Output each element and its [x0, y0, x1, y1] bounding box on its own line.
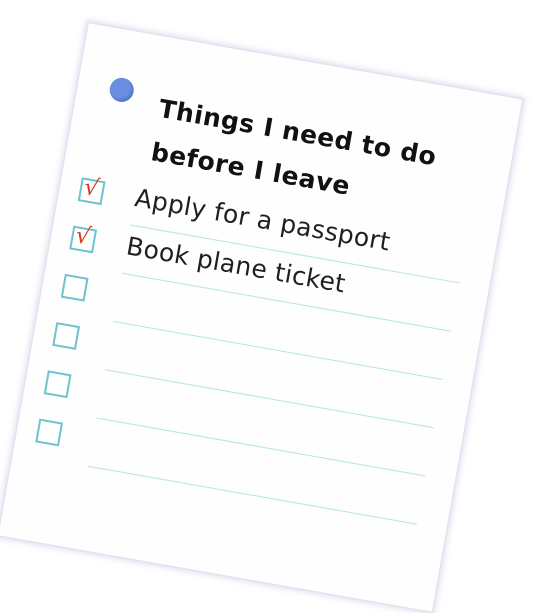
checkbox[interactable] [43, 370, 72, 399]
checkbox[interactable] [60, 273, 89, 302]
checkbox[interactable]: √ [77, 174, 106, 206]
checklist-note: Things I need to do before I leave √ App… [0, 22, 524, 613]
pin-dot-icon [107, 75, 136, 104]
checkmark-icon: √ [73, 222, 93, 251]
checkbox[interactable] [52, 322, 81, 350]
checkbox[interactable]: √ [69, 222, 98, 254]
rule-line [87, 465, 417, 525]
checkmark-icon: √ [82, 174, 102, 203]
checkbox[interactable] [35, 418, 64, 447]
